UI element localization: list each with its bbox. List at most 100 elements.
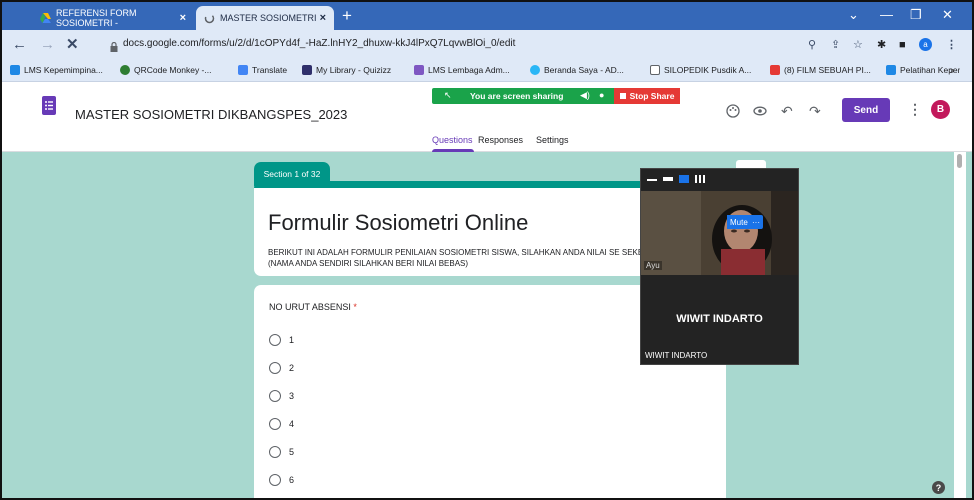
redo-icon[interactable]: ↷ [809,104,821,118]
radio-option[interactable]: 3 [269,390,294,402]
share-page-icon[interactable]: ⇪ [831,39,840,51]
participant-display-name: WIWIT INDARTO [676,313,763,325]
bookmark-icon [414,65,424,75]
bookmark-item[interactable]: My Library - Quizizz [302,65,391,75]
side-panel-icon[interactable]: ■ [899,39,906,51]
bookmarks-bar: LMS Kepemimpina... QRCode Monkey -... Tr… [2,60,972,82]
more-options-icon[interactable]: ⋮ [908,102,922,116]
minimize-layout-icon[interactable] [647,179,657,181]
bookmark-item[interactable]: QRCode Monkey -... [120,65,211,75]
strip-layout-icon[interactable] [663,177,673,181]
camera-participant-name: Ayu [644,261,662,270]
tab-responses[interactable]: Responses [478,135,523,145]
preview-eye-icon[interactable] [753,104,767,120]
camera-feed-image [641,191,798,275]
participant-label: WIWIT INDARTO [645,351,708,360]
tab-title: REFERENSI FORM SOSIOMETRI - [56,8,137,28]
google-drive-icon [40,12,51,24]
participant-camera: Mute ··· Ayu [641,191,798,275]
zoom-icon[interactable]: ⚲ [808,39,816,51]
forward-arrow-icon[interactable]: → [40,37,55,52]
lock-icon [110,39,118,52]
tab-title: MASTER SOSIOMETRI DIKBANGS [220,13,318,23]
form-title[interactable]: Formulir Sosiometri Online [268,210,528,236]
tab-settings[interactable]: Settings [536,135,569,145]
bookmark-star-icon[interactable]: ☆ [853,39,863,51]
stop-loading-icon[interactable]: ✕ [66,37,79,52]
audio-icon[interactable]: ◀) [580,90,590,101]
bookmark-item[interactable]: Pelatihan Kepemim... [886,65,960,75]
stop-share-button[interactable]: Stop Share [614,88,680,104]
radio-circle-icon[interactable] [269,390,281,402]
browser-tab-master[interactable]: MASTER SOSIOMETRI DIKBANGS × [196,6,334,30]
participant-more-button[interactable]: ··· [749,215,763,229]
bookmark-item[interactable]: LMS Lembaga Adm... [414,65,510,75]
back-arrow-icon[interactable]: ← [12,37,27,52]
screen-share-icon: ↖ [444,90,452,100]
radio-circle-icon[interactable] [269,334,281,346]
bookmark-item[interactable]: (8) FILM SEBUAH PI... [770,65,871,75]
browser-tab-referensi[interactable]: REFERENSI FORM SOSIOMETRI - × [32,6,194,30]
video-call-panel[interactable]: Mute ··· Ayu WIWIT INDARTO WIWIT INDARTO [640,168,799,365]
tab-bar: REFERENSI FORM SOSIOMETRI - × MASTER SOS… [2,2,972,30]
bookmark-item[interactable]: Translate [238,65,287,75]
stop-icon [619,93,626,99]
video-layout-bar [641,169,798,191]
url-field[interactable]: docs.google.com/forms/u/2/d/1cOPYd4f_-Ha… [123,38,515,49]
bookmark-icon [10,65,20,75]
radio-circle-icon[interactable] [269,474,281,486]
send-button[interactable]: Send [842,98,890,122]
question-label: NO URUT ABSENSI * [269,302,357,312]
browser-window: REFERENSI FORM SOSIOMETRI - × MASTER SOS… [0,0,974,500]
youtube-icon [770,65,780,75]
help-icon[interactable]: ? [932,481,945,494]
scrollbar-thumb[interactable] [957,154,962,168]
extensions-icon[interactable]: ✱ [877,39,886,51]
tab-questions[interactable]: Questions [432,135,473,145]
screen-share-message: You are screen sharing [470,91,564,101]
radio-option[interactable]: 4 [269,418,294,430]
bookmark-icon [886,65,896,75]
loading-icon [204,13,215,24]
user-avatar[interactable]: B [931,100,950,119]
browser-menu-icon[interactable]: ⋮ [946,39,957,51]
bookmark-item[interactable]: LMS Kepemimpina... [10,65,103,75]
bookmark-item[interactable]: Beranda Saya - AD... [530,65,624,75]
mute-button[interactable]: Mute [727,215,751,229]
address-bar: ← → ✕ docs.google.com/forms/u/2/d/1cOPYd… [2,30,972,60]
close-window-button[interactable]: ✕ [942,7,953,23]
profile-avatar[interactable]: a [919,38,932,51]
bookmark-icon [650,65,660,75]
bookmark-icon [302,65,312,75]
participant-tile: WIWIT INDARTO WIWIT INDARTO [641,275,798,364]
minimize-button[interactable]: — [880,7,893,23]
radio-option[interactable]: 2 [269,362,294,374]
undo-icon[interactable]: ↶ [781,104,793,118]
screen-share-banner: ↖ You are screen sharing ◀) ● Stop Share [432,88,680,104]
google-forms-icon[interactable] [42,96,56,115]
radio-circle-icon[interactable] [269,362,281,374]
form-tabs: Questions Responses Settings [2,130,972,152]
close-tab-icon[interactable]: × [180,12,186,24]
close-tab-icon[interactable]: × [320,12,326,24]
new-tab-button[interactable]: + [342,7,352,25]
tab-search-chevron-icon[interactable]: ⌄ [848,7,859,23]
required-asterisk: * [353,302,357,312]
form-canvas: Section 1 of 32 Formulir Sosiometri Onli… [2,152,972,498]
shield-icon[interactable]: ● [599,90,604,100]
radio-option[interactable]: 1 [269,334,294,346]
radio-circle-icon[interactable] [269,418,281,430]
palette-icon[interactable] [726,104,740,120]
bookmarks-overflow[interactable]: » [950,65,955,75]
restore-button[interactable]: ❐ [910,7,922,23]
speaker-layout-icon[interactable] [679,175,689,183]
scrollbar[interactable] [954,152,966,498]
radio-option[interactable]: 5 [269,446,294,458]
radio-circle-icon[interactable] [269,446,281,458]
bookmark-item[interactable]: SILOPEDIK Pusdik A... [650,65,751,75]
form-document-title[interactable]: MASTER SOSIOMETRI DIKBANGSPES_2023 [75,107,347,122]
bookmark-icon [530,65,540,75]
translate-icon [238,65,248,75]
radio-option[interactable]: 6 [269,474,294,486]
grid-layout-icon[interactable] [695,175,705,183]
